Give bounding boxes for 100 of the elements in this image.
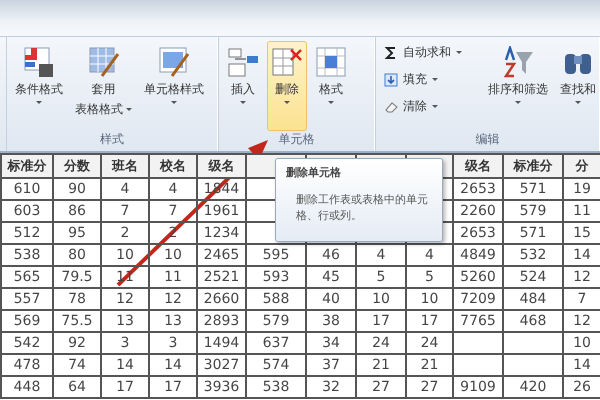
format-cells-icon — [315, 46, 347, 78]
caret-icon — [432, 105, 438, 108]
table-cell: 95 — [53, 222, 101, 244]
table-cell: 4 — [149, 178, 197, 200]
table-cell: 90 — [53, 178, 101, 200]
table-cell: 571 — [503, 222, 563, 244]
ribbon-button[interactable]: 插入 — [223, 41, 263, 131]
table-cell: 2521 — [197, 266, 246, 288]
eraser-icon — [384, 100, 398, 114]
table-cell: 484 — [503, 288, 563, 310]
header-cell: 班名 — [101, 154, 149, 178]
table-cell: 7209 — [453, 288, 503, 310]
table-cell: 2653 — [453, 222, 503, 244]
tooltip-title: 删除单元格 — [286, 165, 342, 180]
table-cell: 34 — [306, 332, 356, 354]
table-cell: 27 — [406, 376, 453, 398]
table-cell: 557 — [1, 288, 53, 310]
table-cell: 512 — [1, 222, 53, 244]
table-cell: 7765 — [453, 310, 503, 332]
caret-icon — [284, 101, 290, 104]
table-cell: 21 — [406, 354, 453, 376]
table-cell: 4 — [406, 244, 453, 266]
table-cell: 10 — [356, 288, 406, 310]
cell-brush-icon — [158, 46, 190, 78]
caret-icon — [240, 101, 246, 104]
table-cell: 80 — [53, 244, 101, 266]
table-cell: 5260 — [453, 266, 503, 288]
table-cell: 571 — [503, 178, 563, 200]
header-cell: 分 — [563, 154, 600, 178]
table-cell: 45 — [306, 266, 356, 288]
table-cell: 3 — [101, 332, 149, 354]
table-cell: 3936 — [197, 376, 246, 398]
table-cell: 610 — [1, 178, 53, 200]
table-cell: 17 — [101, 376, 149, 398]
ribbon-button[interactable]: 套用 表格格式 — [71, 41, 136, 131]
tooltip-text: 删除工作表或表格中的单元格、行或列。 — [295, 192, 429, 224]
table-cell: 11 — [149, 266, 197, 288]
ribbon-button[interactable]: 填充 — [380, 68, 466, 91]
table-cell: 17 — [149, 376, 197, 398]
delete-cells-icon — [271, 46, 303, 78]
caret-icon — [456, 51, 462, 54]
table-cell: 64 — [53, 376, 101, 398]
table-cell: 565 — [1, 266, 53, 288]
ribbon-button[interactable]: 单元格样式 — [140, 41, 208, 131]
table-cell: 420 — [503, 376, 563, 398]
insert-cells-icon — [227, 46, 259, 78]
ribbon-button[interactable]: 自动求和 — [380, 41, 466, 64]
table-cell: 13 — [101, 310, 149, 332]
table-cell: 5 — [406, 266, 453, 288]
table-cell: 46 — [306, 244, 356, 266]
table-cell: 7 — [101, 200, 149, 222]
table-cell: 78 — [53, 288, 101, 310]
table-cell: 4849 — [453, 244, 503, 266]
header-cell: 分数 — [53, 154, 101, 178]
table-cell: 538 — [246, 376, 306, 398]
table-cell: 86 — [53, 200, 101, 222]
caret-icon — [575, 101, 581, 104]
table-cell: 14 — [149, 354, 197, 376]
table-cell: 21 — [356, 354, 406, 376]
table-cell: 24 — [356, 332, 406, 354]
table-cell: 10 — [406, 288, 453, 310]
table-cell: 17 — [356, 310, 406, 332]
table-cell: 569 — [1, 310, 53, 332]
ribbon-button[interactable]: 清除 — [380, 95, 466, 118]
table-cell: 2 — [101, 222, 149, 244]
table-cell: 2465 — [197, 244, 246, 266]
table-cell: 478 — [1, 354, 53, 376]
ribbon-button[interactable]: 条件格式 — [11, 41, 67, 131]
caret-icon — [171, 101, 177, 104]
table-cell: 12 — [101, 288, 149, 310]
table-cell: 17 — [406, 310, 453, 332]
table-cell: 574 — [246, 354, 306, 376]
table-cell: 5 — [356, 266, 406, 288]
ribbon-button[interactable]: 格式 — [311, 41, 351, 131]
table-cell: 14 — [101, 354, 149, 376]
ribbon-button[interactable]: 查找和 — [556, 41, 600, 131]
table-cell: 579 — [246, 310, 306, 332]
table-cell: 588 — [246, 288, 306, 310]
table-cell: 542 — [1, 332, 53, 354]
table-cell: 524 — [503, 266, 563, 288]
ribbon-button[interactable]: 排序和筛选 — [484, 41, 552, 131]
table-highlight-icon — [23, 46, 55, 78]
table-cell: 4 — [101, 178, 149, 200]
header-cell: 标准分 — [503, 154, 563, 178]
ribbon-button[interactable]: 删除 — [267, 41, 307, 131]
table-cell: 603 — [1, 200, 53, 222]
table-cell: 2260 — [453, 200, 503, 222]
table-cell: 2660 — [197, 288, 246, 310]
caret-icon — [126, 108, 132, 111]
caret-icon — [432, 78, 438, 81]
table-cell: 13 — [149, 310, 197, 332]
group-label: 编辑 — [476, 131, 500, 148]
caret-icon — [36, 101, 42, 104]
table-brush-icon — [88, 46, 120, 78]
table-cell: 75.5 — [53, 310, 101, 332]
caret-icon — [515, 101, 521, 104]
table-cell: 40 — [306, 288, 356, 310]
table-cell: 595 — [246, 244, 306, 266]
table-cell: 27 — [356, 376, 406, 398]
group-label: 样式 — [100, 131, 124, 148]
